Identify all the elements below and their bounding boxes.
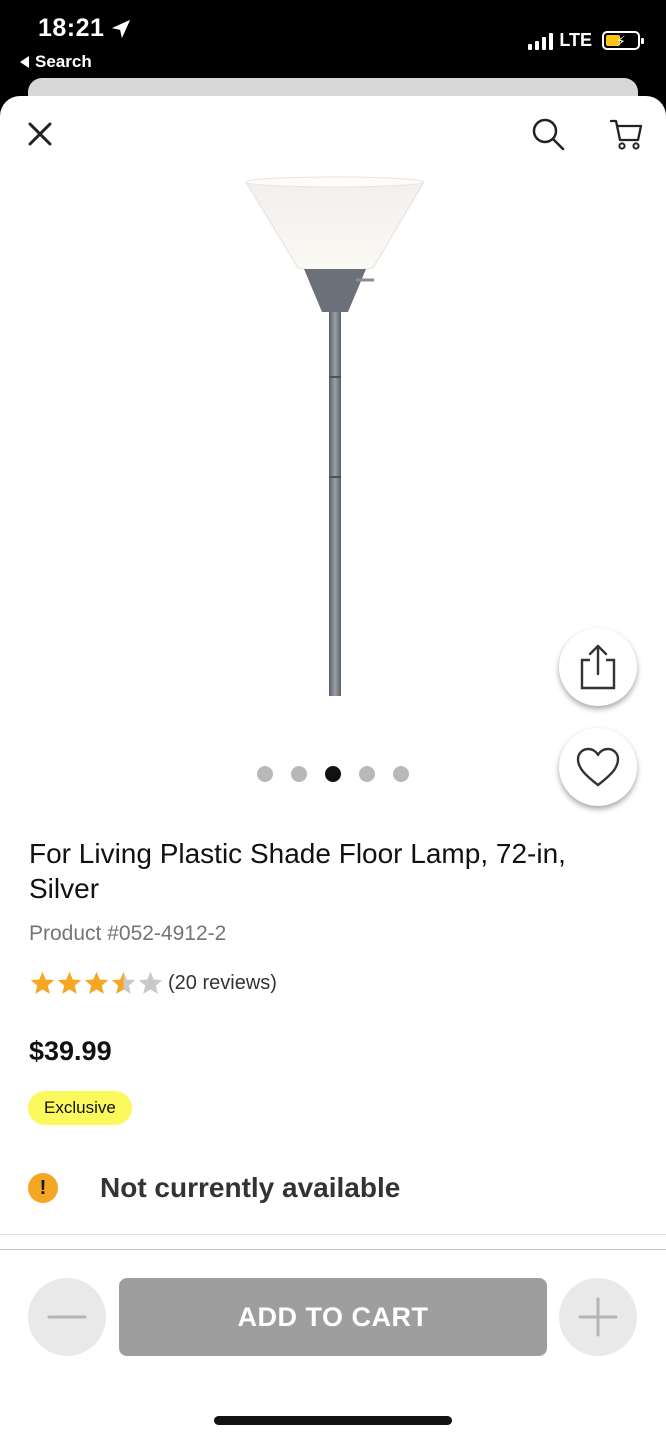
close-icon [28,122,52,146]
add-to-cart-button[interactable]: ADD TO CART [119,1278,547,1356]
back-triangle-icon [20,56,29,68]
star-rating [29,970,164,997]
home-indicator [214,1416,452,1425]
location-arrow-icon [112,19,131,38]
star-icon [57,971,82,994]
pagination-dot[interactable] [291,766,307,782]
star-icon [111,971,136,994]
availability-text: Not currently available [100,1172,401,1203]
star-icon [138,971,163,994]
pagination-dot[interactable] [325,766,341,782]
status-time: 18:21 [38,14,132,43]
exclusive-badge: Exclusive [28,1091,132,1125]
pagination-dot[interactable] [393,766,409,782]
product-price: $39.99 [29,1036,112,1066]
availability-status: ! Not currently available [28,1172,400,1204]
cart-icon [609,119,643,150]
pagination-dot[interactable] [257,766,273,782]
star-icon [30,971,55,994]
back-search-label: Search [35,52,92,71]
product-number: Product #052-4912-2 [29,922,227,945]
time-text: 18:21 [38,14,105,42]
warning-icon: ! [28,1173,58,1203]
cart-button[interactable] [608,116,644,152]
product-title: For Living Plastic Shade Floor Lamp, 72-… [29,838,566,904]
image-pagination [0,766,666,782]
rating[interactable]: (20 reviews) [29,970,277,997]
share-icon [580,644,616,690]
status-indicators: LTE ⚡ [528,30,644,51]
star-icon [84,971,109,994]
search-icon [532,118,565,151]
share-button[interactable] [559,628,637,706]
decrease-quantity-button[interactable] [28,1278,106,1356]
back-to-search[interactable]: Search [20,52,92,72]
plus-icon [578,1297,618,1337]
minus-icon [47,1315,87,1319]
search-button[interactable] [530,116,566,152]
battery-icon: ⚡ [602,31,644,50]
pagination-dot[interactable] [359,766,375,782]
divider [0,1234,666,1235]
increase-quantity-button[interactable] [559,1278,637,1356]
product-image[interactable] [240,176,430,706]
product-sheet: For Living Plastic Shade Floor Lamp, 72-… [0,96,666,1440]
divider [0,1249,666,1250]
signal-icon [528,32,554,50]
reviews-count[interactable]: (20 reviews) [168,972,277,995]
close-button[interactable] [24,118,56,150]
network-label: LTE [559,30,592,50]
